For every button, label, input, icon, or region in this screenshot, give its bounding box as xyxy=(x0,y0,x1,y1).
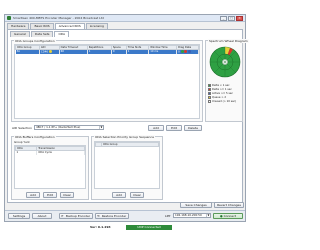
ip-address-select[interactable]: 192.168.10.200:50 ▼ xyxy=(173,213,211,218)
title-bar: SmartGen 400-MBTS Encoder Manager - 2004… xyxy=(5,15,245,22)
priority-clear-button[interactable]: Clear xyxy=(130,192,144,198)
blue-swatch-icon xyxy=(208,91,211,95)
app-logo-icon xyxy=(7,16,11,20)
red-dot-icon xyxy=(184,50,188,53)
cell-oda: 1 xyxy=(15,150,38,155)
backup-icon: ⟳ xyxy=(61,214,64,218)
cell-window-time: 10 ms xyxy=(148,49,178,54)
tab-data-sets[interactable]: Data Sets xyxy=(30,31,54,37)
connection-status-badge: UDP Connected xyxy=(126,225,172,230)
restore-icon: ⟲ xyxy=(97,214,100,218)
legend-item: Delta >= 1 sec xyxy=(208,87,236,91)
table-row[interactable]: 3A CD46 60 1 0 1 10 ms 0 xyxy=(15,49,199,54)
main-tabs: Hardware Basic RDS Advanced RDS Licensin… xyxy=(5,22,245,29)
cell-repetitions: 1 xyxy=(87,49,112,54)
col-priority-oda-group[interactable]: ODA Group xyxy=(101,142,159,147)
priority-table-container: ODA Group xyxy=(94,141,160,189)
settings-button[interactable]: Settings xyxy=(8,213,30,219)
tab-oda[interactable]: ODA xyxy=(54,31,70,37)
yellow-swatch-icon xyxy=(208,95,211,99)
bottom-toolbar: Settings About ⟳ Backup Encoder ⟲ Restor… xyxy=(5,210,245,221)
advanced-rds-panel: General Data Sets ODA ODA Groups Configu… xyxy=(7,29,249,208)
add-row-button[interactable]: Add xyxy=(148,125,164,131)
green-swatch-icon xyxy=(208,83,211,87)
chevron-down-icon: ▼ xyxy=(206,214,210,217)
cell-transmission: ODA Cycle xyxy=(36,150,85,155)
buffer-edit-button[interactable]: Edit xyxy=(43,192,57,198)
cell-aid: CD46 xyxy=(39,49,60,54)
close-button[interactable]: ✕ xyxy=(236,15,243,21)
maximize-button[interactable]: □ xyxy=(228,15,235,21)
diagram-group: Spectrum Wheel Diagram Delta < 1 sec Del… xyxy=(205,39,249,122)
ip-address-value: 192.168.10.200:50 xyxy=(175,213,202,217)
backup-encoder-button[interactable]: ⟳ Backup Encoder xyxy=(59,213,93,219)
version-label: Ver: 0.1.294 xyxy=(90,225,111,229)
buffer-table: ODA Transmission 1 ODA Cycle xyxy=(14,146,85,155)
delete-row-button[interactable]: Delete xyxy=(184,125,202,131)
cell-diag-data: 0 xyxy=(176,49,199,54)
cell-data-timeout: 60 xyxy=(59,49,88,54)
oda-table: ODA Group AID Data Timeout Repetitions S… xyxy=(15,45,199,54)
about-button[interactable]: About xyxy=(32,213,52,219)
table-row[interactable]: 1 ODA Cycle xyxy=(15,150,85,155)
blue-dot-icon xyxy=(187,50,191,53)
oda-config-group: ODA Groups Configuration ODA Group AID D… xyxy=(11,39,203,122)
status-dot-icon xyxy=(48,50,52,53)
aid-select-value: 4BC7 / 1.1 RT+ (RadioText Plus) xyxy=(36,125,81,129)
diagram-label: Spectrum Wheel Diagram xyxy=(208,39,249,43)
save-changes-button[interactable]: Save Changes xyxy=(180,202,212,208)
wheel-spokes xyxy=(210,47,240,77)
buffer-add-button[interactable]: Add xyxy=(26,192,40,198)
oda-config-label: ODA Groups Configuration xyxy=(14,39,56,43)
priority-config-label: ODA Selection Priority Group Sequence xyxy=(94,135,155,139)
edit-row-button[interactable]: Edit xyxy=(166,125,182,131)
red-swatch-icon xyxy=(208,87,211,91)
legend-item: Active >= 5 sec xyxy=(208,91,236,95)
priority-table: ODA Group xyxy=(95,142,159,147)
legend-item: Unused (> 10 sec) xyxy=(208,99,236,103)
tab-general[interactable]: General xyxy=(10,31,30,37)
connect-button[interactable]: ● Connect xyxy=(213,213,243,219)
buffer-config-label: ODA Buffers Configuration xyxy=(14,135,56,139)
buffer-config-group: ODA Buffers Configuration Group Yuck ODA… xyxy=(11,135,89,200)
priority-add-button[interactable]: Add xyxy=(112,192,126,198)
priority-table-header: ODA Group xyxy=(95,142,159,147)
revert-changes-button[interactable]: Revert Changes xyxy=(214,202,244,208)
aid-select[interactable]: 4BC7 / 1.1 RT+ (RadioText Plus) ▼ xyxy=(34,125,104,130)
buffer-sub-label: Group Yuck xyxy=(14,140,30,144)
minimize-button[interactable]: _ xyxy=(220,15,227,21)
chevron-down-icon: ▼ xyxy=(99,126,103,129)
white-swatch-icon xyxy=(208,99,211,103)
buffer-table-container: ODA Transmission 1 ODA Cycle xyxy=(14,145,86,189)
cell-oda-group: 3A xyxy=(15,49,40,54)
cell-space: 0 xyxy=(111,49,127,54)
status-strip: Ver: 0.1.294 UDP Connected xyxy=(4,225,246,231)
sub-tabs: General Data Sets ODA xyxy=(8,30,242,37)
lpp-label: LPP xyxy=(165,214,171,218)
priority-config-group: ODA Selection Priority Group Sequence OD… xyxy=(91,135,163,200)
restore-encoder-button[interactable]: ⟲ Restore Encoder xyxy=(95,213,129,219)
spectrum-wheel-chart xyxy=(209,46,241,78)
window-title: SmartGen 400-MBTS Encoder Manager - 2004… xyxy=(13,16,104,20)
cell-time-slots: 1 xyxy=(126,49,150,54)
oda-table-container: ODA Group AID Data Timeout Repetitions S… xyxy=(14,44,200,119)
diagram-legend: Delta < 1 sec Delta >= 1 sec Active >= 5… xyxy=(208,83,236,103)
aid-selection-label: AID Selection xyxy=(12,126,33,130)
buffer-clear-button[interactable]: Clear xyxy=(60,192,74,198)
app-window: SmartGen 400-MBTS Encoder Manager - 2004… xyxy=(4,14,249,222)
